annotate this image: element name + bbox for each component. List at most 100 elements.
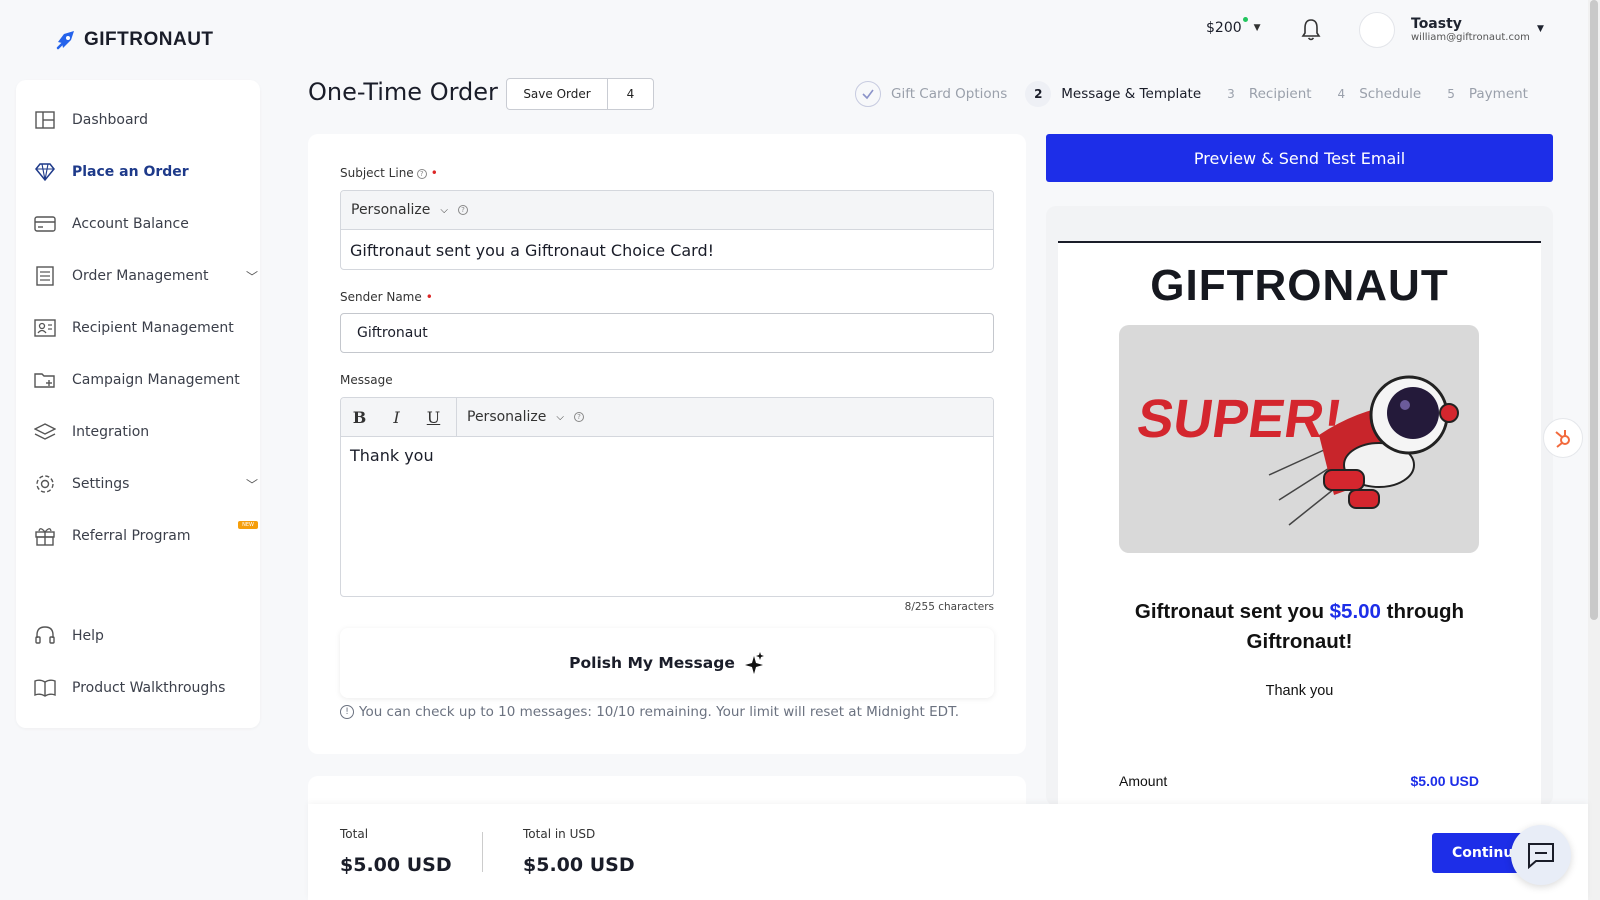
sidebar-item-referral-program[interactable]: Referral Program NEW	[34, 518, 258, 554]
sidebar-item-label: Dashboard	[72, 112, 148, 128]
folder-plus-icon	[34, 369, 56, 391]
required-marker: •	[430, 166, 438, 180]
chevron-down-icon[interactable]: ﹀	[246, 268, 258, 285]
rocket-icon	[56, 31, 74, 50]
step-recipient[interactable]: 3 Recipient	[1219, 81, 1311, 107]
subject-line-input[interactable]: Giftronaut sent you a Giftronaut Choice …	[341, 230, 993, 269]
user-menu-caret-icon[interactable]: ▼	[1537, 24, 1544, 34]
sidebar-item-product-walkthroughs[interactable]: Product Walkthroughs	[34, 670, 258, 706]
online-indicator	[1243, 17, 1248, 22]
gift-icon	[34, 525, 56, 547]
email-amount-value: $5.00 USD	[1410, 773, 1479, 789]
sender-name-input[interactable]: Giftronaut	[340, 313, 994, 353]
character-count: 8/255 characters	[904, 601, 994, 613]
bold-button[interactable]: B	[341, 408, 378, 427]
subject-line-label: Subject Line? •	[340, 166, 438, 180]
chat-icon[interactable]	[1511, 825, 1571, 885]
total-value: $5.00 USD	[340, 854, 452, 876]
total-label: Total	[340, 827, 369, 841]
sidebar-item-recipient-management[interactable]: Recipient Management	[34, 310, 258, 346]
sidebar-item-place-order[interactable]: Place an Order	[34, 154, 258, 190]
polish-info-text: You can check up to 10 messages: 10/10 r…	[359, 704, 960, 720]
personalize-dropdown[interactable]: Personalize	[351, 202, 430, 218]
sidebar-item-label: Order Management	[72, 268, 209, 284]
email-preview: GIFTRONAUT SUPER! Giftronaut sent you $5…	[1058, 241, 1541, 811]
sidebar: Dashboard Place an Order Account Balance…	[16, 80, 260, 728]
check-icon	[855, 81, 881, 107]
step-label: Gift Card Options	[891, 86, 1008, 102]
sidebar-item-label: Help	[72, 628, 104, 644]
personalize-dropdown[interactable]: Personalize	[467, 409, 546, 425]
sidebar-item-order-management[interactable]: Order Management ﹀	[34, 258, 258, 294]
balance-dropdown[interactable]: $200 ▼	[1206, 17, 1261, 36]
step-message-template[interactable]: 2 Message & Template	[1025, 81, 1201, 107]
step-number: 2	[1025, 81, 1052, 107]
step-payment[interactable]: 5 Payment	[1439, 81, 1528, 107]
step-schedule[interactable]: 4 Schedule	[1330, 81, 1422, 107]
sidebar-item-account-balance[interactable]: Account Balance	[34, 206, 258, 242]
sidebar-item-integration[interactable]: Integration	[34, 414, 258, 450]
sidebar-item-label: Product Walkthroughs	[72, 680, 226, 696]
order-stepper: Gift Card Options 2 Message & Template 3…	[855, 80, 1546, 108]
sidebar-item-settings[interactable]: Settings ﹀	[34, 466, 258, 502]
email-headline: Giftronaut sent you $5.00 through Giftro…	[1134, 600, 1465, 653]
sidebar-item-campaign-management[interactable]: Campaign Management	[34, 362, 258, 398]
scrollbar-thumb[interactable]	[1590, 0, 1598, 620]
sidebar-item-help[interactable]: Help	[34, 618, 258, 654]
save-order-button[interactable]: Save Order	[507, 79, 608, 109]
sidebar-item-label: Recipient Management	[72, 320, 234, 336]
contact-icon	[34, 317, 56, 339]
message-textarea[interactable]: Thank you	[341, 437, 993, 474]
help-icon[interactable]: ?	[416, 168, 427, 179]
gift-card-image: SUPER!	[1119, 325, 1479, 553]
step-number: 5	[1447, 87, 1455, 101]
layers-icon	[34, 421, 56, 443]
divider	[482, 832, 483, 872]
balance-amount: $200	[1206, 20, 1242, 36]
sidebar-item-dashboard[interactable]: Dashboard	[34, 102, 258, 138]
polish-label: Polish My Message	[569, 654, 735, 672]
info-icon: !	[340, 705, 354, 719]
underline-button[interactable]: U	[415, 408, 452, 427]
card-image-text: SUPER!	[1134, 389, 1346, 449]
message-editor: B I U Personalize ⌵ ? Thank you	[340, 397, 994, 597]
sidebar-item-label: Account Balance	[72, 216, 189, 232]
step-gift-card-options[interactable]: Gift Card Options	[855, 81, 1007, 107]
email-amount-label: Amount	[1119, 773, 1168, 789]
step-label: Recipient	[1248, 86, 1312, 102]
brand-logo[interactable]: GIFTRONAUT	[54, 28, 214, 52]
sidebar-item-label: Place an Order	[72, 164, 189, 180]
step-label: Payment	[1468, 86, 1528, 102]
chevron-down-icon[interactable]: ⌵	[440, 205, 448, 216]
step-label: Message & Template	[1061, 86, 1202, 102]
chevron-down-icon[interactable]: ﹀	[246, 476, 258, 493]
email-logo: GIFTRONAUT	[1150, 261, 1449, 310]
caret-down-icon: ▼	[1253, 23, 1261, 33]
user-name[interactable]: Toasty	[1411, 16, 1462, 32]
help-icon[interactable]: ?	[573, 412, 584, 422]
brand-name: GIFTRONAUT	[84, 29, 214, 50]
help-icon[interactable]: ?	[457, 205, 468, 215]
total-usd-value: $5.00 USD	[523, 854, 635, 876]
sidebar-item-label: Referral Program	[72, 528, 191, 544]
italic-button[interactable]: I	[378, 408, 415, 427]
hubspot-icon[interactable]	[1543, 418, 1583, 458]
polish-message-button[interactable]: Polish My Message	[340, 628, 994, 698]
book-icon	[34, 677, 56, 699]
saved-orders-count-button[interactable]: 4	[608, 79, 653, 109]
user-email: william@giftronaut.com	[1411, 32, 1530, 43]
avatar[interactable]	[1359, 12, 1395, 48]
subject-toolbar: Personalize ⌵ ?	[341, 191, 993, 230]
sender-name-label: Sender Name •	[340, 290, 433, 304]
save-order-group: Save Order 4	[506, 78, 654, 110]
sparkle-icon	[744, 652, 764, 674]
preview-send-test-email-button[interactable]: Preview & Send Test Email	[1046, 134, 1553, 182]
sidebar-item-label: Campaign Management	[72, 372, 240, 388]
receipt-icon	[34, 265, 56, 287]
headset-icon	[34, 625, 56, 647]
page-title: One-Time Order	[308, 78, 498, 106]
bell-icon[interactable]	[1300, 18, 1322, 46]
message-toolbar: B I U Personalize ⌵ ?	[341, 398, 993, 437]
step-number: 3	[1227, 87, 1235, 101]
chevron-down-icon[interactable]: ⌵	[556, 412, 564, 423]
